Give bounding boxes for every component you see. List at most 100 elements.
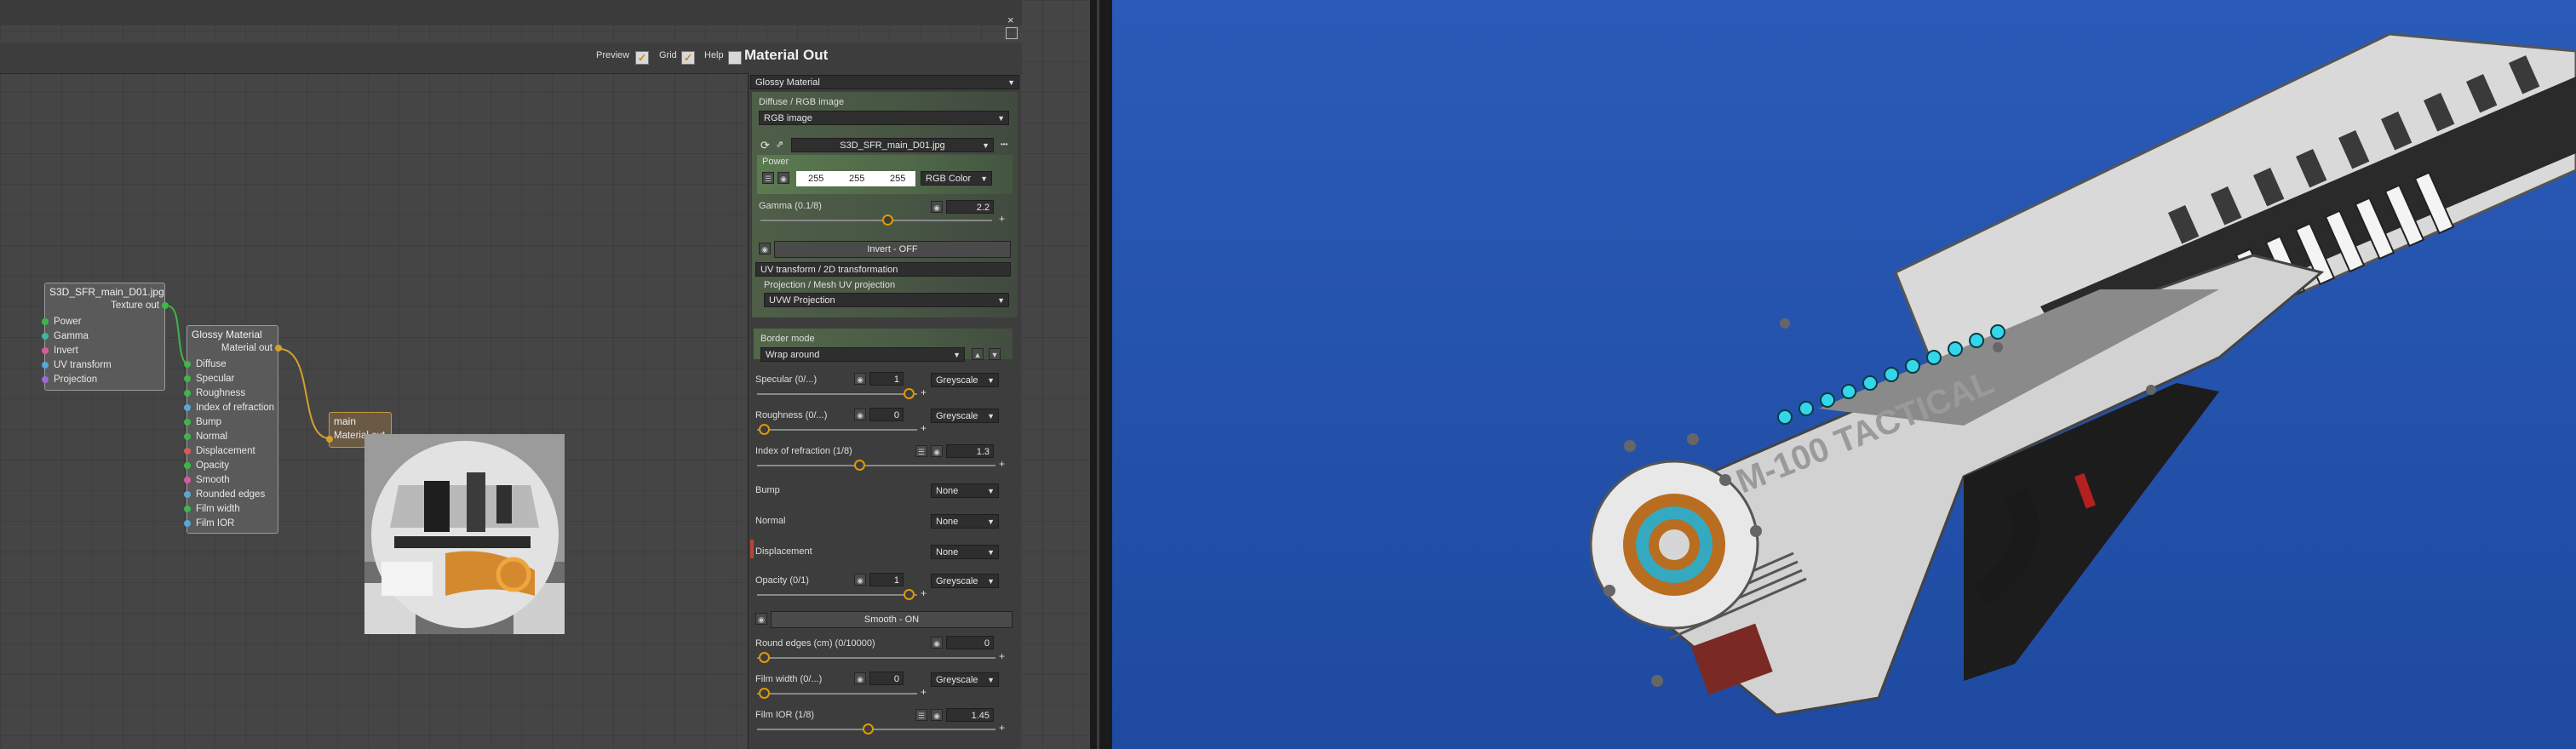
pick-icon[interactable]: ◉ [777, 172, 789, 184]
external-open-icon[interactable]: ⇗ [776, 139, 783, 150]
normal-value: None [936, 517, 959, 527]
ior-slider[interactable] [757, 465, 995, 466]
opacity-pick-icon[interactable]: ◉ [854, 574, 866, 586]
film-ior-pick-icon[interactable]: ◉ [931, 709, 943, 721]
port-film-width[interactable] [184, 506, 191, 512]
opacity-mode-dropdown[interactable]: Greyscale ▼ [931, 574, 999, 588]
specular-slider-knob[interactable] [904, 388, 915, 399]
viewport-splitter[interactable] [1090, 0, 1112, 749]
glossy-input-smooth: Smooth [196, 475, 230, 485]
round-edges-slider-knob[interactable] [759, 652, 770, 663]
ior-plus[interactable]: + [999, 458, 1005, 470]
invert-pick-icon[interactable]: ◉ [759, 243, 771, 254]
port-smooth[interactable] [184, 477, 191, 483]
rgb-input[interactable]: 255 255 255 [796, 171, 915, 186]
film-ior-slider-knob[interactable] [863, 723, 874, 735]
film-width-value[interactable]: 0 [869, 672, 904, 685]
diffuse-type-dropdown[interactable]: RGB image ▼ [759, 111, 1009, 125]
round-edges-value[interactable]: 0 [946, 636, 994, 649]
ior-value[interactable]: 1.3 [946, 444, 994, 458]
opacity-slider-knob[interactable] [904, 589, 915, 600]
more-icon[interactable]: ••• [1001, 140, 1007, 148]
specular-mode-dropdown[interactable]: Greyscale ▼ [931, 373, 999, 387]
invert-button[interactable]: Invert - OFF [774, 241, 1011, 258]
port-normal[interactable] [184, 433, 191, 440]
ior-pick-icon[interactable]: ◉ [931, 445, 943, 457]
specular-plus[interactable]: + [921, 386, 927, 398]
node-editor[interactable]: × Preview ✓ Grid ✓ Help Material Out S3D… [0, 0, 1090, 749]
opacity-slider[interactable] [757, 594, 917, 596]
gamma-value[interactable]: 2.2 [946, 200, 994, 214]
film-width-slider-knob[interactable] [759, 688, 770, 699]
film-width-slider[interactable] [757, 693, 917, 695]
gamma-plus[interactable]: + [999, 213, 1005, 225]
normal-dropdown[interactable]: None ▼ [931, 514, 999, 529]
roughness-value[interactable]: 0 [869, 408, 904, 421]
ior-list-icon[interactable]: ☰ [915, 445, 927, 457]
displacement-marker [750, 540, 754, 558]
displacement-dropdown[interactable]: None ▼ [931, 545, 999, 559]
port-roughness[interactable] [184, 390, 191, 397]
rgb-g[interactable]: 255 [849, 171, 864, 186]
gamma-pick-icon[interactable]: ◉ [931, 201, 943, 213]
film-ior-plus[interactable]: + [999, 722, 1005, 734]
gamma-slider[interactable] [760, 220, 992, 221]
port-gamma[interactable] [42, 333, 49, 340]
port-material-out[interactable] [275, 345, 282, 352]
list-icon[interactable]: ☰ [762, 172, 774, 184]
bump-dropdown[interactable]: None ▼ [931, 483, 999, 498]
film-width-pick-icon[interactable]: ◉ [854, 672, 866, 684]
round-edges-slider[interactable] [757, 657, 995, 659]
rgb-mode-dropdown[interactable]: RGB Color ▼ [921, 171, 992, 186]
smooth-button[interactable]: Smooth - ON [771, 611, 1013, 628]
port-bump[interactable] [184, 419, 191, 426]
opacity-value[interactable]: 1 [869, 573, 904, 586]
image-file-dropdown[interactable]: S3D_SFR_main_D01.jpg ▼ [791, 138, 994, 152]
port-rounded-edges[interactable] [184, 491, 191, 498]
roughness-slider[interactable] [757, 429, 917, 431]
port-projection[interactable] [42, 376, 49, 383]
film-ior-list-icon[interactable]: ☰ [915, 709, 927, 721]
specular-slider[interactable] [757, 393, 917, 395]
rgb-b[interactable]: 255 [890, 171, 905, 186]
port-uv-transform[interactable] [42, 362, 49, 369]
gamma-slider-knob[interactable] [882, 214, 893, 226]
specular-pick-icon[interactable]: ◉ [854, 373, 866, 385]
smooth-pick-icon[interactable]: ◉ [755, 613, 767, 625]
arrow-up-icon[interactable]: ▲ [972, 348, 984, 360]
port-opacity[interactable] [184, 462, 191, 469]
border-mode-dropdown[interactable]: Wrap around ▼ [760, 347, 965, 362]
round-pick-icon[interactable]: ◉ [931, 637, 943, 649]
texture-node[interactable]: S3D_SFR_main_D01.jpg Texture out Power G… [42, 283, 169, 391]
port-film-ior[interactable] [184, 520, 191, 527]
round-edges-plus[interactable]: + [999, 650, 1005, 662]
port-ior[interactable] [184, 404, 191, 411]
port-texture-out[interactable] [162, 302, 169, 309]
specular-value[interactable]: 1 [869, 372, 904, 386]
port-invert[interactable] [42, 347, 49, 354]
roughness-pick-icon[interactable]: ◉ [854, 409, 866, 420]
port-specular[interactable] [184, 375, 191, 382]
rgb-r[interactable]: 255 [808, 171, 823, 186]
film-ior-slider[interactable] [757, 729, 995, 730]
port-diffuse[interactable] [184, 361, 191, 368]
roughness-plus[interactable]: + [921, 422, 927, 434]
roughness-mode-dropdown[interactable]: Greyscale ▼ [931, 409, 999, 423]
glossy-material-node[interactable]: Glossy Material Material out Diffuse Spe… [184, 325, 282, 534]
film-ior-value[interactable]: 1.45 [946, 708, 994, 722]
roughness-slider-knob[interactable] [759, 424, 770, 435]
projection-dropdown[interactable]: UVW Projection ▼ [764, 293, 1009, 307]
arrow-down-icon[interactable]: ▼ [989, 348, 1001, 360]
uv-transform-field[interactable]: UV transform / 2D transformation [755, 262, 1011, 277]
port-main-input[interactable] [326, 436, 333, 443]
port-power[interactable] [42, 318, 49, 325]
film-width-mode-dropdown[interactable]: Greyscale ▼ [931, 672, 999, 687]
reload-icon[interactable]: ⟳ [760, 139, 770, 152]
port-displacement[interactable] [184, 448, 191, 455]
opacity-plus[interactable]: + [921, 587, 927, 599]
film-width-plus[interactable]: + [921, 686, 927, 698]
material-type-dropdown[interactable]: Glossy Material ▼ [750, 75, 1019, 89]
ior-slider-knob[interactable] [854, 460, 865, 471]
3d-viewport[interactable]: M-100 TACTICAL [1112, 0, 2576, 749]
roughness-label: Roughness (0/...) [755, 410, 828, 420]
